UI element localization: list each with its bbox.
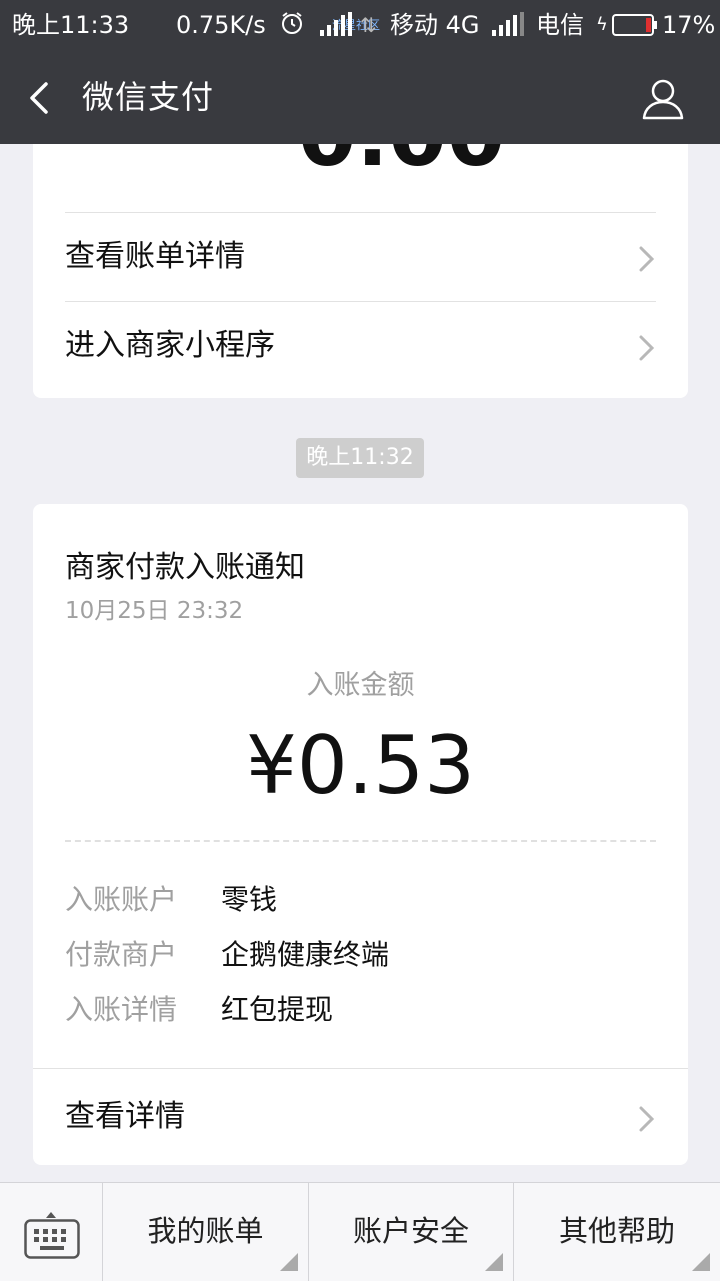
menu-other-help[interactable]: 其他帮助 [514, 1183, 720, 1281]
profile-icon[interactable] [640, 76, 686, 122]
submenu-indicator-icon [485, 1253, 503, 1271]
view-details-label: 查看详情 [65, 1099, 185, 1134]
detail-value-account: 零钱 [221, 883, 278, 916]
notice-title: 商家付款入账通知 [65, 550, 305, 585]
keyboard-toggle-button[interactable] [0, 1183, 103, 1281]
menu-my-bills[interactable]: 我的账单 [103, 1183, 309, 1281]
dashed-divider [65, 840, 656, 842]
signal-strength-icon-2 [492, 12, 524, 42]
view-bill-details-label: 查看账单详情 [65, 239, 245, 274]
submenu-indicator-icon [692, 1253, 710, 1271]
bottom-menu-bar: 我的账单 账户安全 其他帮助 [0, 1182, 720, 1281]
menu-my-bills-label: 我的账单 [147, 1214, 264, 1248]
amount-label: 入账金额 [306, 670, 415, 701]
received-amount: ¥0.53 [245, 719, 476, 812]
view-bill-details-row[interactable]: 查看账单详情 [65, 213, 656, 301]
message-timestamp: 晚上11:32 [296, 438, 424, 478]
menu-account-security[interactable]: 账户安全 [309, 1183, 514, 1281]
battery-percent: 17% [662, 11, 716, 39]
previous-notice-card: 0.00 查看账单详情 进入商家小程序 [33, 100, 688, 398]
back-arrow-icon[interactable] [22, 80, 58, 116]
data-transfer-icon: ⇅ [360, 13, 377, 37]
detail-key-merchant: 付款商户 [65, 938, 178, 971]
chevron-right-icon [638, 245, 656, 273]
submenu-indicator-icon [280, 1253, 298, 1271]
page-title: 微信支付 [82, 78, 215, 116]
battery-icon [612, 13, 658, 43]
charging-icon: ϟ [596, 14, 608, 35]
notice-date: 10月25日 23:32 [65, 598, 244, 624]
detail-key-account: 入账账户 [65, 883, 178, 916]
chevron-right-icon [638, 1105, 656, 1133]
chevron-right-icon [638, 334, 656, 362]
detail-key-description: 入账详情 [65, 993, 178, 1026]
menu-account-security-label: 账户安全 [352, 1214, 469, 1248]
navigation-bar-overlay: 微信支付 [0, 50, 720, 144]
carrier-name-2: 电信 [536, 11, 584, 39]
menu-other-help-label: 其他帮助 [558, 1214, 675, 1248]
network-speed: 0.75K/s [176, 11, 266, 39]
status-bar-overlay: 晚上11:33 0.75K/s 流星社区 ⇅ 移动 4G 电信 ϟ 17% [0, 0, 720, 50]
merchant-miniprogram-row[interactable]: 进入商家小程序 [65, 302, 656, 390]
signal-strength-icon [320, 12, 352, 42]
caret-up-icon [46, 1203, 56, 1218]
view-details-row[interactable]: 查看详情 [65, 1069, 656, 1165]
carrier-name: 移动 4G [390, 11, 480, 39]
alarm-icon [279, 10, 305, 40]
merchant-miniprogram-label: 进入商家小程序 [65, 328, 275, 363]
keyboard-icon [24, 1219, 80, 1259]
payment-notice-card: 商家付款入账通知 10月25日 23:32 入账金额 ¥0.53 入账账户 零钱… [33, 504, 688, 1165]
detail-value-description: 红包提现 [221, 993, 334, 1026]
status-time: 晚上11:33 [12, 11, 130, 39]
detail-value-merchant: 企鹅健康终端 [221, 938, 390, 971]
